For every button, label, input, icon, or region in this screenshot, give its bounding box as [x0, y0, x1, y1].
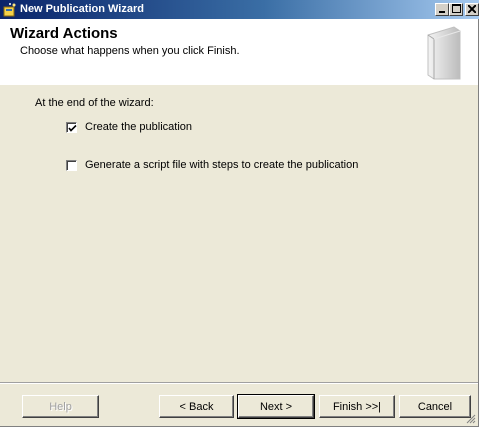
header-divider — [0, 84, 478, 85]
page-subtitle: Choose what happens when you click Finis… — [20, 45, 240, 57]
finish-button[interactable]: Finish >>| — [319, 395, 395, 418]
close-icon — [467, 3, 477, 16]
generate-script-label: Generate a script file with steps to cre… — [85, 159, 359, 171]
resize-grip-icon[interactable] — [466, 414, 476, 424]
cancel-button[interactable]: Cancel — [399, 395, 471, 418]
window-title: New Publication Wizard — [20, 3, 144, 15]
footer-divider — [0, 382, 478, 384]
maximize-icon — [451, 3, 461, 16]
page-title: Wizard Actions — [10, 25, 118, 42]
create-publication-checkbox[interactable] — [66, 121, 77, 133]
wizard-window: New Publication Wizard Wizard Actions Ch… — [0, 0, 479, 427]
back-button[interactable]: < Back — [159, 395, 234, 418]
maximize-button[interactable] — [449, 3, 463, 16]
book-icon — [424, 25, 462, 81]
help-button[interactable]: Help — [22, 395, 99, 418]
actions-prompt: At the end of the wizard: — [35, 97, 154, 109]
title-bar[interactable]: New Publication Wizard — [0, 0, 479, 19]
generate-script-option[interactable]: Generate a script file with steps to cre… — [66, 159, 358, 171]
minimize-button[interactable] — [435, 3, 449, 16]
create-publication-label: Create the publication — [85, 121, 193, 133]
wizard-icon — [3, 2, 17, 17]
close-button[interactable] — [465, 3, 479, 16]
minimize-icon — [438, 4, 446, 16]
create-publication-option[interactable]: Create the publication — [66, 121, 192, 133]
wizard-header: Wizard Actions Choose what happens when … — [0, 19, 478, 85]
next-button[interactable]: Next > — [237, 394, 315, 419]
generate-script-checkbox[interactable] — [66, 159, 77, 171]
